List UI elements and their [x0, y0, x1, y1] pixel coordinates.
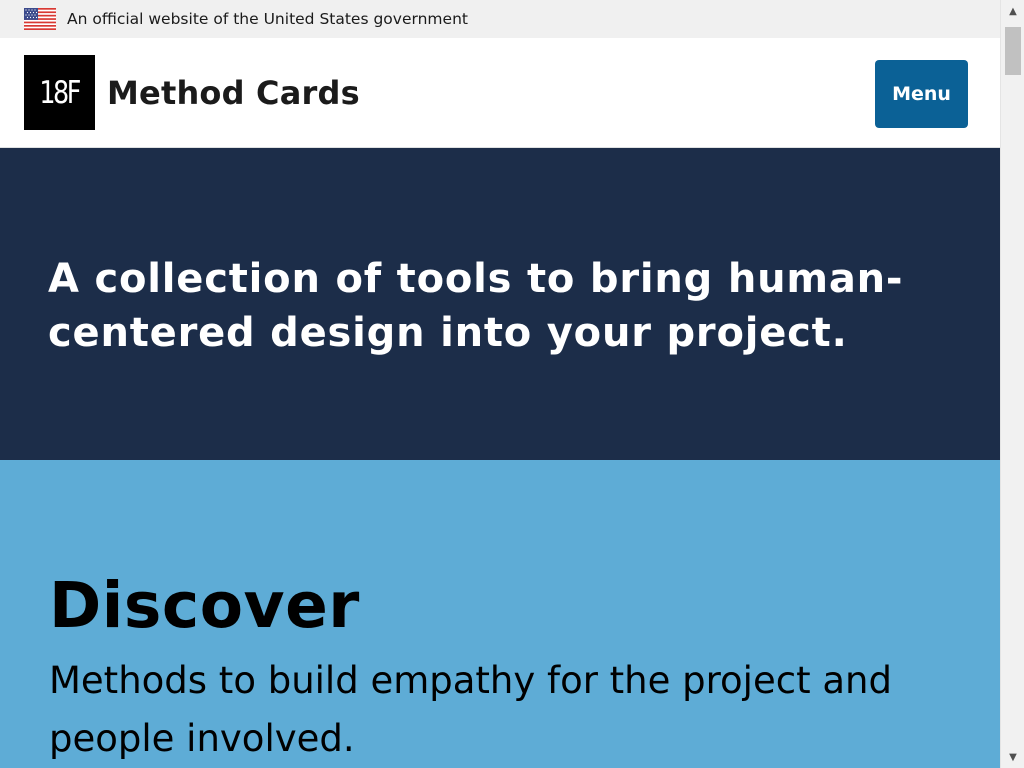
site-title: Method Cards — [107, 73, 360, 112]
hero-section: A collection of tools to bring human-cen… — [0, 148, 1000, 460]
site-header: 18F Method Cards Menu — [0, 38, 1000, 148]
discover-title[interactable]: Discover — [49, 568, 952, 644]
discover-description: Methods to build empathy for the project… — [49, 659, 892, 760]
browser-viewport: An official website of the United States… — [0, 0, 1024, 768]
logo-text: 18F — [39, 74, 82, 111]
hero-tagline: A collection of tools to bring human-cen… — [48, 256, 904, 356]
gov-banner: An official website of the United States… — [0, 0, 1000, 38]
menu-button[interactable]: Menu — [875, 59, 968, 128]
us-flag-icon — [24, 8, 56, 30]
18f-logo: 18F — [24, 55, 95, 130]
page: An official website of the United States… — [0, 0, 1000, 768]
home-link[interactable]: 18F Method Cards — [24, 55, 360, 130]
scroll-down-arrow-icon[interactable]: ▼ — [1001, 748, 1024, 766]
scrollbar-thumb[interactable] — [1005, 27, 1021, 75]
vertical-scrollbar[interactable]: ▲ ▼ — [1000, 0, 1024, 768]
discover-section: Discover Methods to build empathy for th… — [0, 460, 1000, 768]
scroll-up-arrow-icon[interactable]: ▲ — [1001, 2, 1024, 20]
gov-banner-text: An official website of the United States… — [67, 10, 468, 28]
